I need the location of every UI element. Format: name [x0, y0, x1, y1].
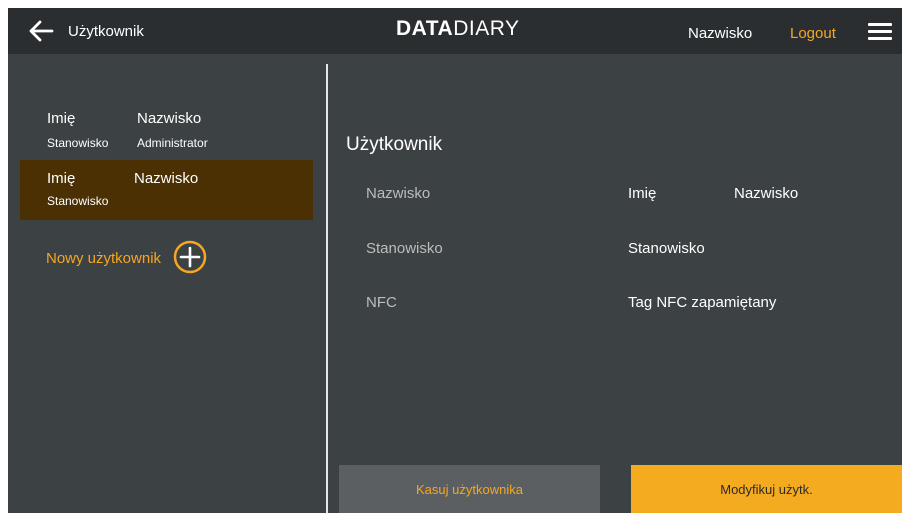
user-position: Stanowisko — [47, 136, 109, 150]
user-first-name: Imię — [47, 170, 76, 187]
user-last-name: Nazwisko — [137, 110, 202, 127]
user-role: Administrator — [137, 136, 208, 150]
position-label: Stanowisko — [366, 240, 443, 257]
nfc-label: NFC — [366, 294, 397, 311]
nfc-value: Tag NFC zapamiętany — [628, 294, 777, 311]
user-list-item[interactable]: Imię Nazwisko Stanowisko Administrator — [20, 100, 313, 160]
detail-title: Użytkownik — [346, 134, 443, 155]
user-position: Stanowisko — [47, 194, 109, 208]
user-first-name: Imię — [47, 110, 76, 127]
top-bar: Użytkownik DATADIARY Nazwisko Logout — [8, 8, 902, 54]
arrow-left-icon[interactable] — [28, 19, 54, 43]
position-value: Stanowisko — [628, 240, 705, 257]
app-window: Użytkownik DATADIARY Nazwisko Logout Imi… — [8, 8, 902, 513]
user-list-item-selected[interactable]: Imię Nazwisko Stanowisko — [20, 160, 313, 220]
delete-user-button[interactable]: Kasuj użytkownika — [339, 465, 600, 513]
hamburger-menu-icon[interactable] — [868, 23, 892, 40]
modify-user-button[interactable]: Modyfikuj użytk. — [631, 465, 902, 513]
page-title: Użytkownik — [68, 23, 144, 40]
first-name-value: Imię — [628, 185, 657, 202]
new-user-label: Nowy użytkownik — [46, 250, 162, 267]
surname-value: Nazwisko — [734, 185, 799, 202]
brand-logo: DATADIARY — [396, 17, 520, 41]
brand-logo-light: DIARY — [453, 17, 520, 40]
logout-link[interactable]: Logout — [790, 25, 836, 42]
surname-label: Nazwisko — [366, 185, 431, 202]
plus-circle-icon[interactable] — [173, 240, 207, 274]
user-detail-panel: Użytkownik Nazwisko Imię Nazwisko Stanow… — [328, 54, 902, 513]
brand-logo-bold: DATA — [396, 17, 454, 40]
user-list-sidebar: Imię Nazwisko Stanowisko Administrator I… — [8, 54, 326, 513]
current-user-name: Nazwisko — [688, 25, 753, 42]
user-last-name: Nazwisko — [134, 170, 199, 187]
